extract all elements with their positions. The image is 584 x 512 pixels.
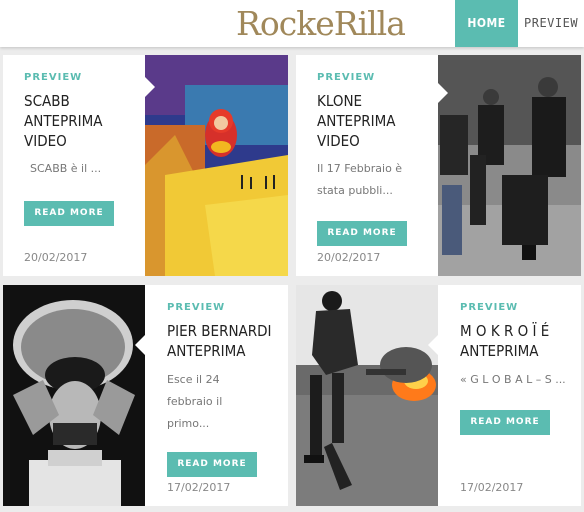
card-excerpt: SCABB è il ... xyxy=(30,162,102,175)
card-category[interactable]: PREVIEW xyxy=(24,72,82,83)
card-title[interactable]: PIER BERNARDI ANTEPRIMA xyxy=(167,321,277,361)
article-image[interactable] xyxy=(296,285,438,506)
card-pointer xyxy=(135,335,145,355)
site-logo[interactable]: RockeRilla xyxy=(236,2,406,46)
card-title[interactable]: KLONE ANTEPRIMA VIDEO xyxy=(317,91,427,151)
article-card: PREVIEW KLONE ANTEPRIMA VIDEO Il 17 Febb… xyxy=(296,55,581,276)
card-excerpt: Il 17 Febbraio è stata pubbli... xyxy=(317,162,403,197)
card-date: 17/02/2017 xyxy=(460,481,524,494)
card-pointer xyxy=(145,77,155,97)
article-card: PREVIEW M O K R O Ï É ANTEPRIMA « G L O … xyxy=(296,285,581,506)
card-date: 20/02/2017 xyxy=(317,251,381,264)
card-excerpt: Esce il 24 febbraio il primo... xyxy=(167,373,223,430)
article-card: PREVIEW SCABB ANTEPRIMA VIDEO SCABB è il… xyxy=(3,55,288,276)
site-header: RockeRilla HOME PREVIEW xyxy=(0,0,584,47)
card-title[interactable]: M O K R O Ï É ANTEPRIMA xyxy=(460,321,570,361)
card-category[interactable]: PREVIEW xyxy=(460,302,518,313)
card-date: 20/02/2017 xyxy=(24,251,88,264)
article-image[interactable] xyxy=(145,55,288,276)
card-title[interactable]: SCABB ANTEPRIMA VIDEO xyxy=(24,91,134,151)
read-more-button[interactable]: READ MORE xyxy=(167,452,257,477)
article-image[interactable] xyxy=(438,55,581,276)
nav-preview[interactable]: PREVIEW xyxy=(524,0,584,47)
card-pointer xyxy=(438,83,448,103)
card-date: 17/02/2017 xyxy=(167,481,231,494)
article-image[interactable] xyxy=(3,285,145,506)
article-card: PREVIEW PIER BERNARDI ANTEPRIMA Esce il … xyxy=(3,285,288,506)
logo-text: RockeRilla xyxy=(236,4,406,43)
read-more-button[interactable]: READ MORE xyxy=(460,410,550,435)
read-more-button[interactable]: READ MORE xyxy=(24,201,114,226)
card-category[interactable]: PREVIEW xyxy=(317,72,375,83)
card-excerpt: « G L O B A L – S ... xyxy=(460,373,566,386)
card-pointer xyxy=(428,335,438,355)
nav-home[interactable]: HOME xyxy=(455,0,518,47)
read-more-button[interactable]: READ MORE xyxy=(317,221,407,246)
card-category[interactable]: PREVIEW xyxy=(167,302,225,313)
